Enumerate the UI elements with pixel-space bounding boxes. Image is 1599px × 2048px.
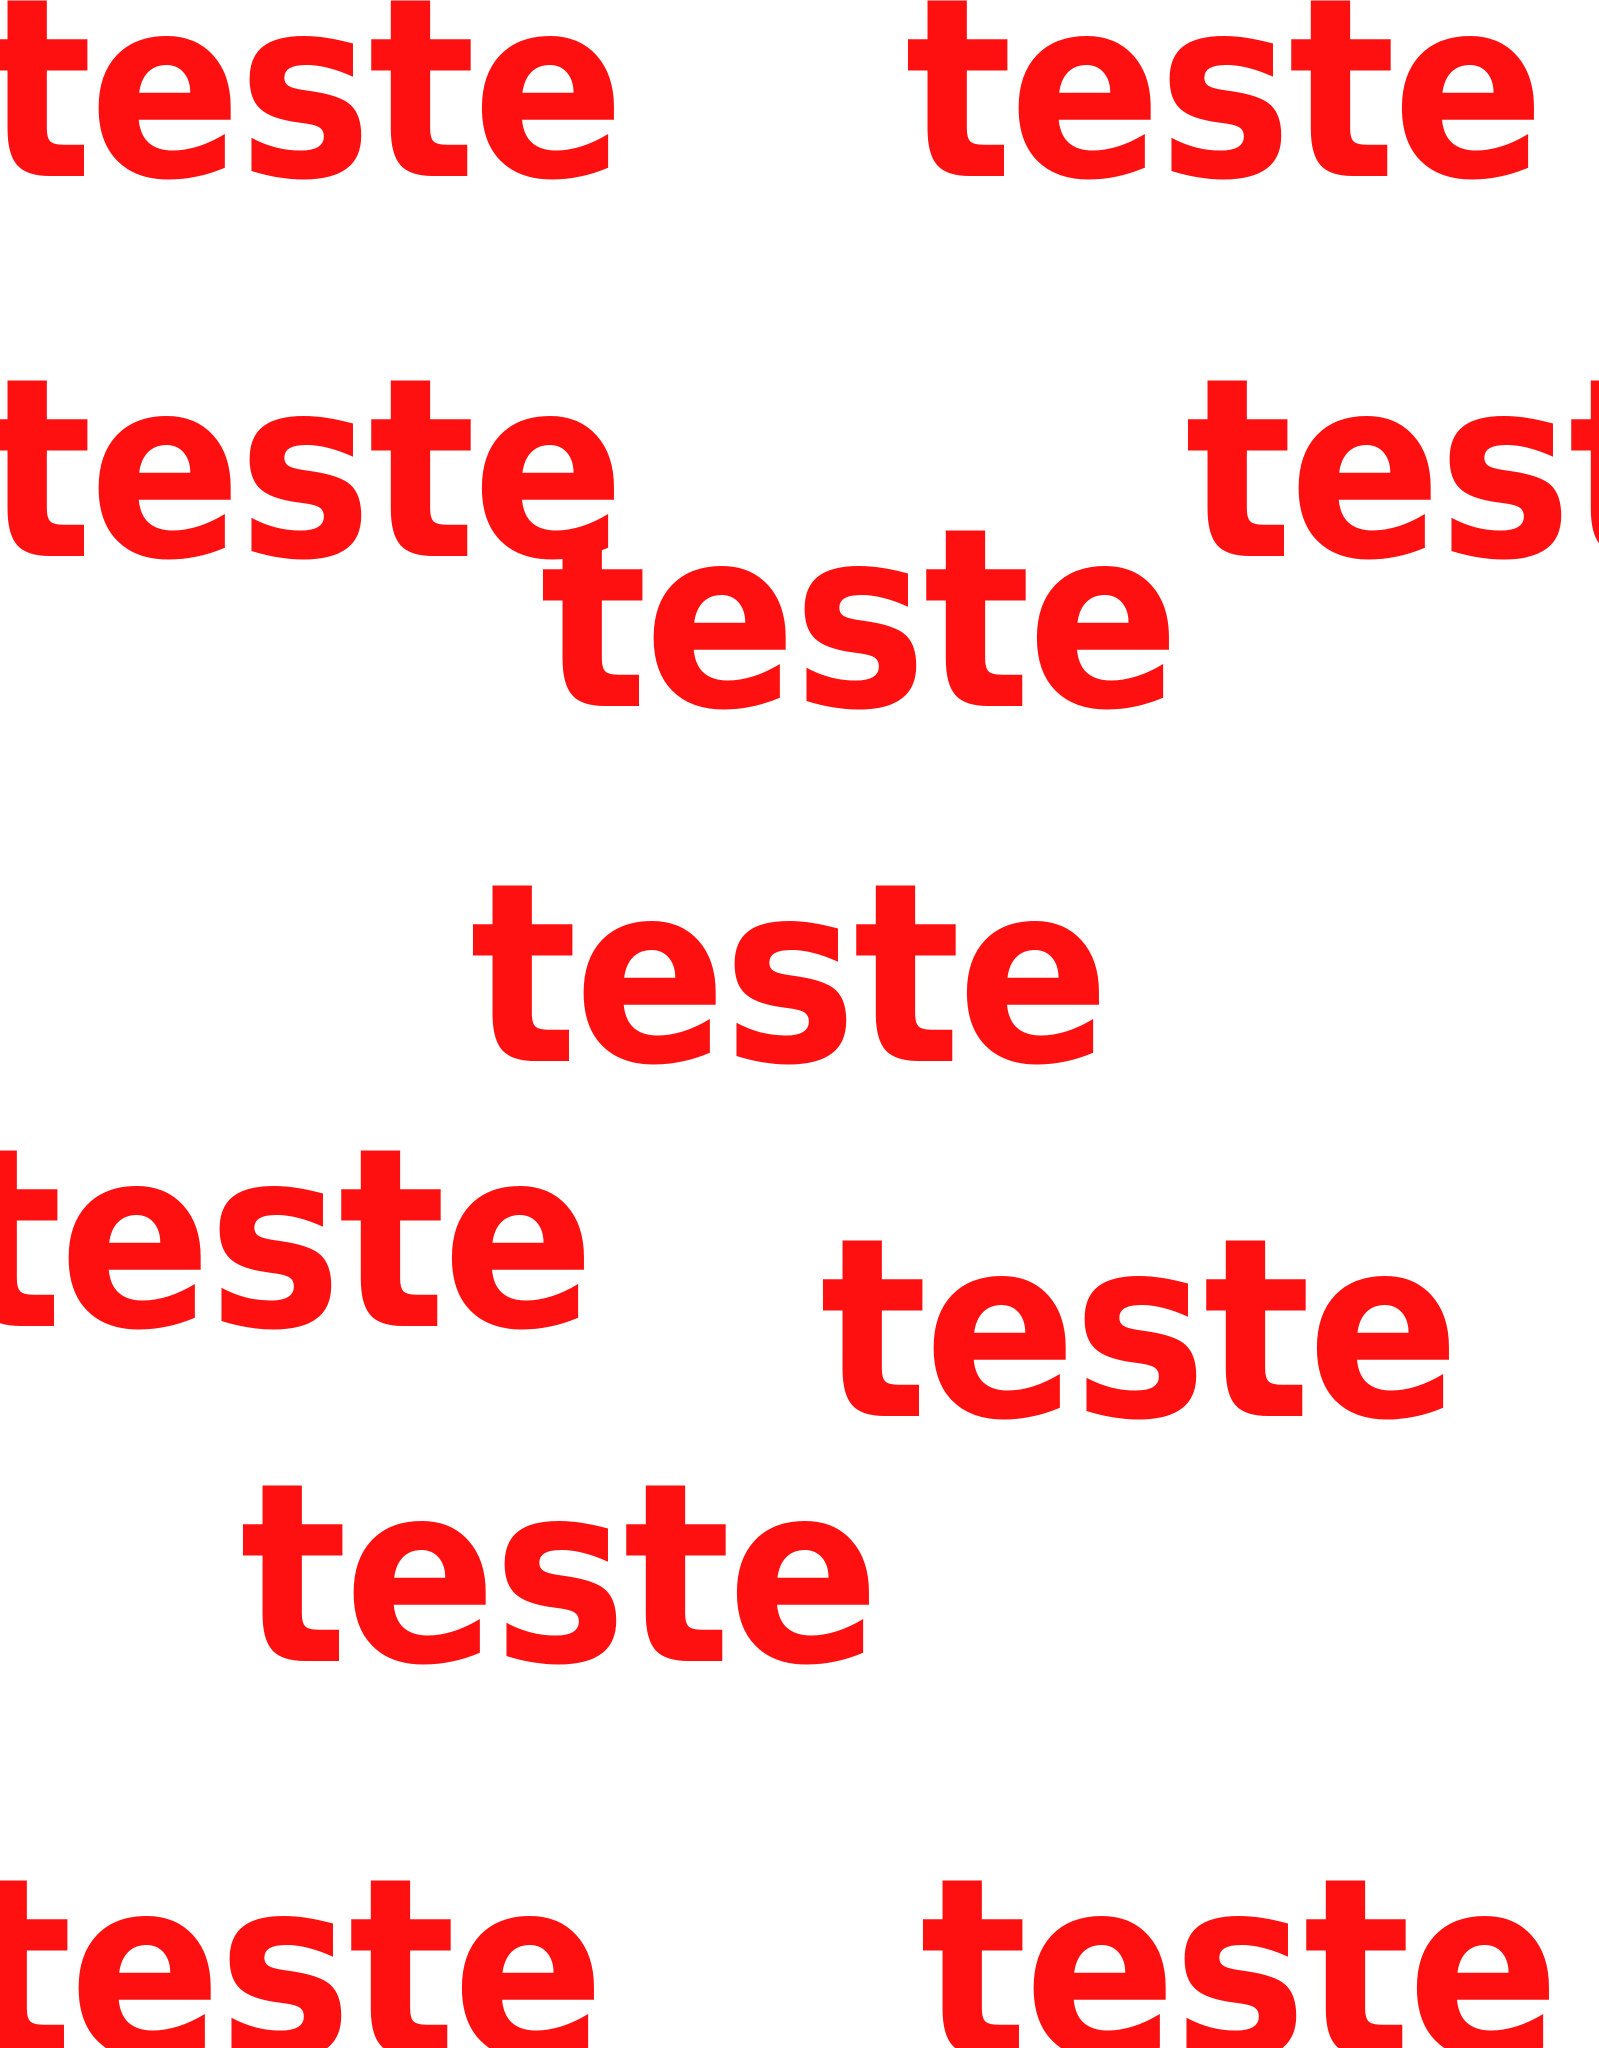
- pattern-word: teste: [1185, 324, 1599, 615]
- pattern-word: teste: [0, 1094, 595, 1385]
- pattern-word: teste: [0, 1824, 605, 2048]
- pattern-word: teste: [470, 829, 1110, 1120]
- pattern-word: teste: [540, 474, 1180, 765]
- pattern-word: teste: [820, 1184, 1460, 1475]
- pattern-word: teste: [0, 324, 625, 615]
- pattern-word: teste: [0, 0, 625, 235]
- pattern-canvas: teste teste teste teste teste teste test…: [0, 0, 1599, 2048]
- pattern-word: teste: [920, 1824, 1560, 2048]
- pattern-word: teste: [240, 1429, 880, 1720]
- pattern-word: teste: [905, 0, 1545, 235]
